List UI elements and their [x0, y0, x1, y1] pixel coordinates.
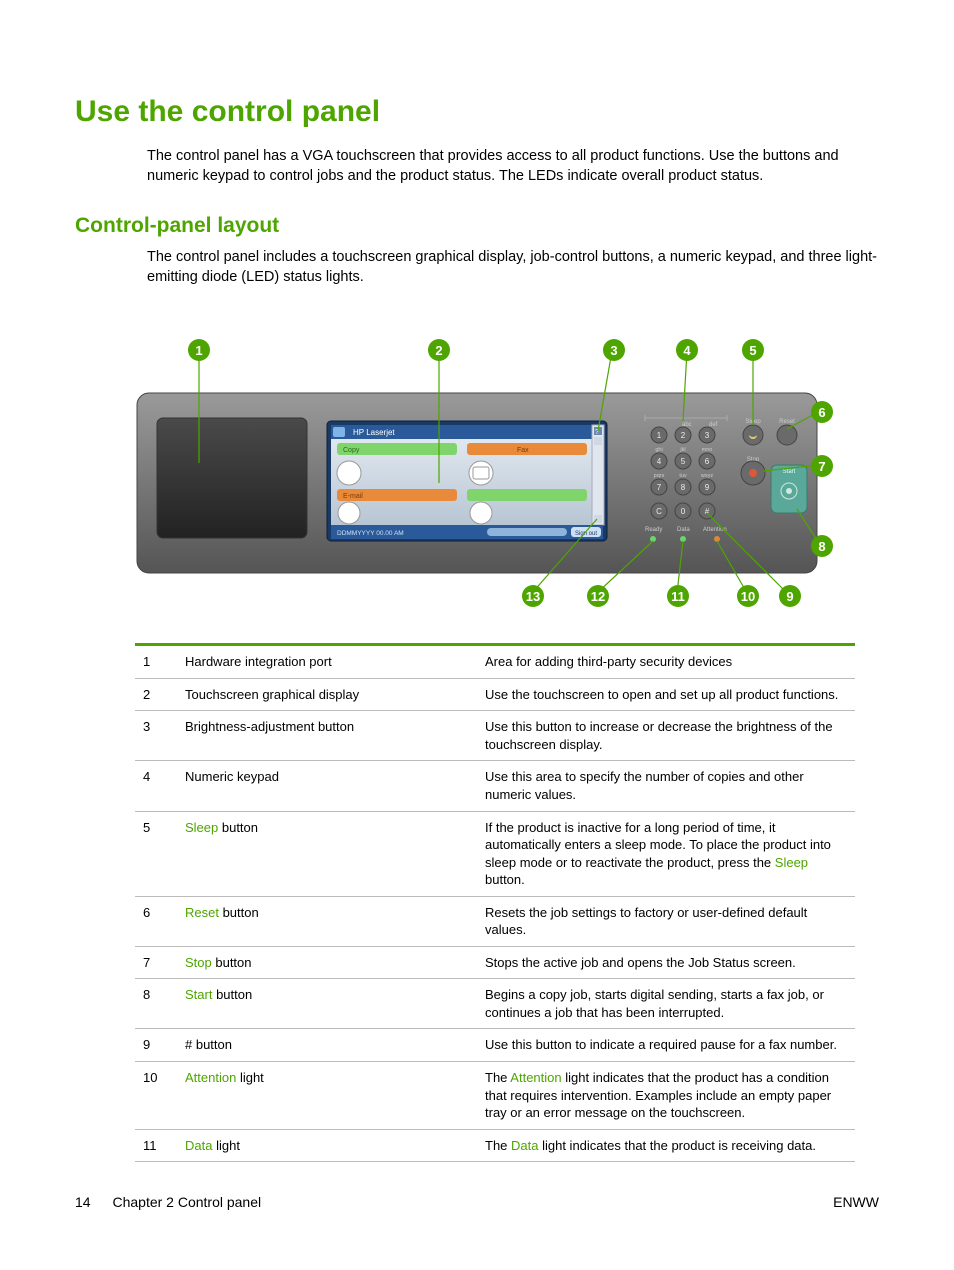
callout-8: 8 — [811, 535, 833, 557]
svg-text:Reset: Reset — [779, 419, 795, 425]
callout-9: 9 — [779, 585, 801, 607]
svg-text:Fax: Fax — [517, 447, 529, 454]
table-row: 6Reset buttonResets the job settings to … — [135, 896, 855, 946]
section-intro: The control panel includes a touchscreen… — [147, 248, 879, 287]
svg-text:7: 7 — [657, 483, 662, 492]
svg-text:Data: Data — [677, 527, 690, 533]
chapter-label: Chapter 2 Control panel — [112, 1194, 261, 1210]
svg-text:def: def — [709, 422, 718, 428]
callout-table: 1Hardware integration portArea for addin… — [135, 643, 855, 1162]
svg-text:0: 0 — [681, 507, 686, 516]
page-title: Use the control panel — [75, 95, 879, 129]
footer-right: ENWW — [833, 1194, 879, 1210]
control-panel-diagram: HP Laserjet Copy E-mail Fax ? DDMMYYYY 0… — [127, 313, 827, 603]
table-row: 9# buttonUse this button to indicate a r… — [135, 1029, 855, 1062]
svg-text:pqrs: pqrs — [654, 473, 665, 479]
svg-text:Ready: Ready — [645, 527, 662, 533]
svg-text:jkl: jkl — [679, 447, 685, 453]
svg-text:8: 8 — [681, 483, 686, 492]
table-row: 5Sleep buttonIf the product is inactive … — [135, 811, 855, 896]
svg-text:ghi: ghi — [655, 447, 662, 453]
callout-7: 7 — [811, 455, 833, 477]
table-row: 8Start buttonBegins a copy job, starts d… — [135, 979, 855, 1029]
table-row: 2Touchscreen graphical displayUse the to… — [135, 678, 855, 711]
svg-text:2: 2 — [681, 431, 686, 440]
callout-12: 12 — [587, 585, 609, 607]
callout-6: 6 — [811, 401, 833, 423]
table-row: 11Data lightThe Data light indicates tha… — [135, 1129, 855, 1162]
callout-11: 11 — [667, 585, 689, 607]
svg-text:4: 4 — [657, 457, 662, 466]
page-footer: 14 Chapter 2 Control panel ENWW — [75, 1194, 879, 1210]
intro-text: The control panel has a VGA touchscreen … — [147, 147, 879, 186]
table-row: 10Attention lightThe Attention light ind… — [135, 1062, 855, 1130]
table-row: 3Brightness-adjustment buttonUse this bu… — [135, 711, 855, 761]
svg-text:Copy: Copy — [343, 447, 360, 454]
svg-text:3: 3 — [705, 431, 710, 440]
svg-text:Attention: Attention — [703, 527, 727, 533]
callout-13: 13 — [522, 585, 544, 607]
callout-10: 10 — [737, 585, 759, 607]
svg-text:E-mail: E-mail — [343, 493, 363, 500]
svg-text:tuv: tuv — [679, 473, 687, 479]
table-row: 4Numeric keypadUse this area to specify … — [135, 761, 855, 811]
svg-text:DDMMYYYY 00.00 AM: DDMMYYYY 00.00 AM — [337, 530, 404, 537]
page-number: 14 — [75, 1194, 91, 1210]
svg-text:wxyz: wxyz — [700, 473, 713, 479]
svg-text:HP Laserjet: HP Laserjet — [353, 428, 395, 437]
svg-text:6: 6 — [705, 457, 710, 466]
svg-text:5: 5 — [681, 457, 686, 466]
section-heading: Control-panel layout — [75, 214, 879, 238]
svg-text:1: 1 — [657, 431, 662, 440]
svg-text:mno: mno — [702, 447, 713, 453]
svg-text:C: C — [656, 507, 662, 516]
table-row: 1Hardware integration portArea for addin… — [135, 645, 855, 679]
table-row: 7Stop buttonStops the active job and ope… — [135, 946, 855, 979]
svg-text:9: 9 — [705, 483, 710, 492]
svg-text:Start: Start — [783, 469, 796, 475]
